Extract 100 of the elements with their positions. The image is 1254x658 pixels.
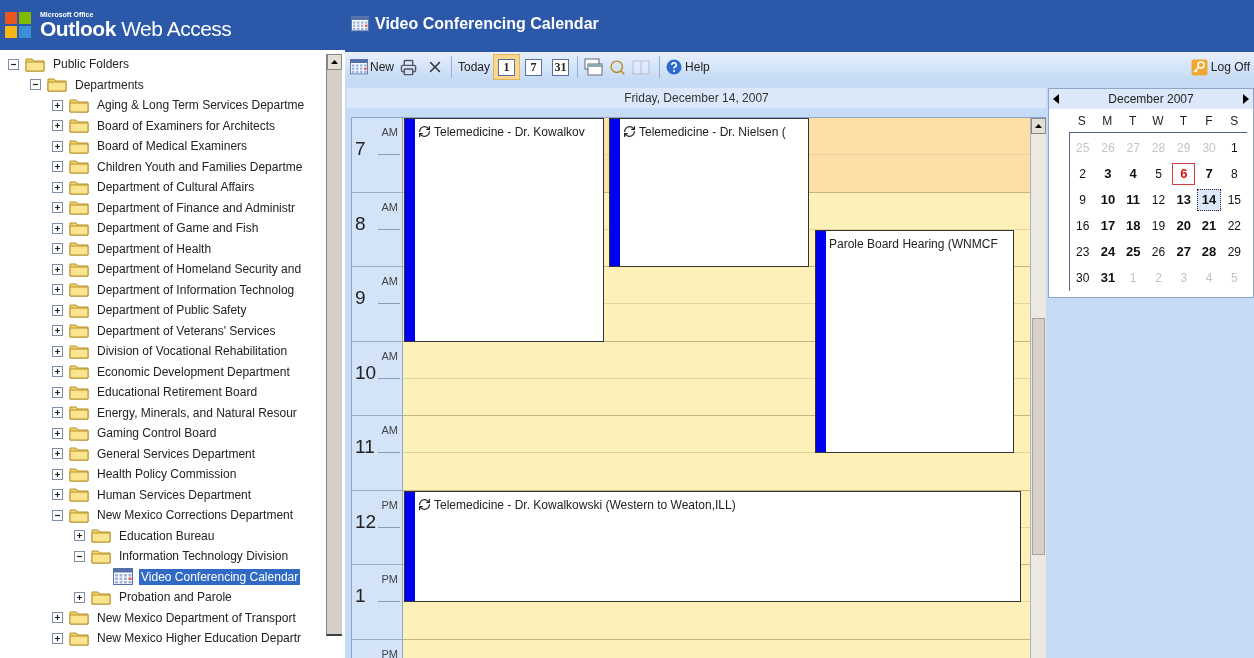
expand-icon[interactable] — [52, 489, 63, 501]
help-button[interactable]: Help — [666, 55, 710, 79]
expand-icon[interactable] — [52, 468, 63, 480]
folder-item[interactable]: Human Services Department — [95, 486, 254, 503]
folder-item[interactable]: Educational Retirement Board — [95, 384, 260, 401]
folder-item[interactable]: Department of Public Safety — [95, 302, 249, 319]
folder-item[interactable]: Department of Cultural Affairs — [95, 179, 257, 196]
folder-item[interactable]: Division of Vocational Rehabilitation — [95, 343, 290, 360]
folder-item[interactable]: Probation and Parole — [117, 589, 234, 606]
appointment[interactable]: Telemedicine - Dr. Nielsen ( — [609, 118, 809, 267]
scrollbar[interactable] — [326, 54, 342, 636]
appointment[interactable]: Telemedicine - Dr. Kowalkowski (Western to Weaton,ILL) — [404, 490, 1021, 603]
expand-icon[interactable] — [52, 345, 63, 357]
expand-icon[interactable] — [52, 181, 63, 193]
expand-icon[interactable] — [52, 612, 63, 624]
calendar-day[interactable]: 13 — [1172, 189, 1196, 211]
expand-icon[interactable] — [52, 325, 63, 337]
folder-item[interactable]: Children Youth and Families Departme — [95, 158, 305, 175]
collapse-icon[interactable] — [8, 58, 19, 70]
folder-item[interactable]: New Mexico Corrections Department — [95, 507, 296, 524]
expand-icon[interactable] — [74, 530, 85, 542]
expand-icon[interactable] — [52, 284, 63, 296]
calendar-day[interactable]: 3 — [1096, 163, 1120, 185]
expand-icon[interactable] — [52, 407, 63, 419]
calendar-day[interactable]: 26 — [1146, 241, 1171, 263]
appointment[interactable]: Telemedicine - Dr. Kowalkov — [404, 118, 604, 342]
calendar-day[interactable]: 18 — [1121, 215, 1145, 237]
folder-item[interactable]: Department of Homeland Security and — [95, 261, 304, 278]
folder-item[interactable]: Departments — [73, 76, 146, 93]
calendar-day[interactable]: 20 — [1172, 215, 1196, 237]
view-button[interactable]: 7 — [520, 54, 548, 80]
calendar-day[interactable]: 30 — [1071, 267, 1095, 289]
calendar-day[interactable]: 5 — [1146, 163, 1171, 185]
expand-icon[interactable] — [52, 202, 63, 214]
log-off-button[interactable]: Log Off — [1190, 55, 1250, 79]
folder-item[interactable]: Public Folders — [51, 56, 132, 73]
calendar-day[interactable]: 27 — [1172, 241, 1196, 263]
folder-item[interactable]: Video Conferencing Calendar — [139, 568, 301, 585]
folder-item[interactable]: Education Bureau — [117, 527, 217, 544]
calendar-day[interactable]: 17 — [1096, 215, 1120, 237]
calendar-day[interactable]: 12 — [1146, 189, 1171, 211]
folder-item[interactable]: New Mexico Higher Education Departr — [95, 630, 304, 647]
folder-item[interactable]: Information Technology Division — [117, 548, 291, 565]
calendar-day[interactable]: 16 — [1071, 215, 1095, 237]
expand-icon[interactable] — [52, 448, 63, 460]
collapse-icon[interactable] — [74, 550, 85, 562]
folder-item[interactable]: Board of Medical Examiners — [95, 138, 250, 155]
scroll-thumb[interactable] — [1032, 318, 1045, 555]
folder-item[interactable]: Board of Examiners for Architects — [95, 117, 278, 134]
calendar-day[interactable]: 19 — [1146, 215, 1171, 237]
expand-icon[interactable] — [52, 304, 63, 316]
expand-icon[interactable] — [52, 243, 63, 255]
expand-icon[interactable] — [52, 161, 63, 173]
expand-icon[interactable] — [52, 120, 63, 132]
calendar-day[interactable]: 23 — [1071, 241, 1095, 263]
expand-icon[interactable] — [74, 591, 85, 603]
calendar-day[interactable]: 14 — [1197, 189, 1221, 211]
calendar-day[interactable]: 21 — [1197, 215, 1221, 237]
calendar-day[interactable]: 10 — [1096, 189, 1120, 211]
view-button[interactable]: 31 — [547, 54, 575, 80]
folder-item[interactable]: Economic Development Department — [95, 363, 292, 380]
expand-icon[interactable] — [52, 140, 63, 152]
calendar-day[interactable]: 2 — [1071, 163, 1095, 185]
calendar-day[interactable]: 22 — [1222, 215, 1246, 237]
scroll-up-button[interactable] — [327, 54, 342, 70]
calendar-day[interactable]: 1 — [1222, 137, 1246, 159]
expand-icon[interactable] — [52, 427, 63, 439]
calendar-day[interactable]: 28 — [1197, 241, 1221, 263]
today-button[interactable]: Today — [455, 55, 494, 79]
calendar-day[interactable]: 7 — [1197, 163, 1221, 185]
expand-icon[interactable] — [52, 222, 63, 234]
folder-item[interactable]: Department of Information Technolog — [95, 281, 297, 298]
calendar-day[interactable]: 6 — [1172, 163, 1196, 185]
view-button[interactable]: 1 — [493, 54, 521, 80]
calendar-day[interactable]: 8 — [1222, 163, 1246, 185]
folder-item[interactable]: Department of Health — [95, 240, 214, 257]
folder-item[interactable]: Health Policy Commission — [95, 466, 239, 483]
folder-item[interactable]: Gaming Control Board — [95, 425, 219, 442]
calendar-day[interactable]: 15 — [1222, 189, 1246, 211]
calendar-day[interactable]: 11 — [1121, 189, 1145, 211]
scroll-up-button[interactable] — [1031, 118, 1046, 134]
collapse-icon[interactable] — [30, 79, 41, 91]
folder-item[interactable]: Aging & Long Term Services Departme — [95, 97, 307, 114]
previous-month-button[interactable] — [1053, 91, 1059, 107]
appointment[interactable]: Parole Board Hearing (WNMCF — [815, 229, 1014, 454]
scrollbar[interactable] — [1030, 118, 1046, 658]
calendar-day[interactable]: 4 — [1121, 163, 1145, 185]
folder-item[interactable]: Department of Veterans' Services — [95, 322, 278, 339]
folder-item[interactable]: Department of Game and Fish — [95, 220, 261, 237]
calendar-day[interactable]: 29 — [1222, 241, 1246, 263]
expand-icon[interactable] — [52, 632, 63, 644]
calendar-day[interactable]: 31 — [1096, 267, 1120, 289]
expand-icon[interactable] — [52, 386, 63, 398]
expand-icon[interactable] — [52, 366, 63, 378]
collapse-icon[interactable] — [52, 509, 63, 521]
folder-item[interactable]: New Mexico Department of Transport — [95, 609, 298, 626]
folder-item[interactable]: Energy, Minerals, and Natural Resour — [95, 404, 299, 421]
next-month-button[interactable] — [1243, 91, 1249, 107]
calendar-day[interactable]: 9 — [1071, 189, 1095, 211]
calendar-day[interactable]: 24 — [1096, 241, 1120, 263]
